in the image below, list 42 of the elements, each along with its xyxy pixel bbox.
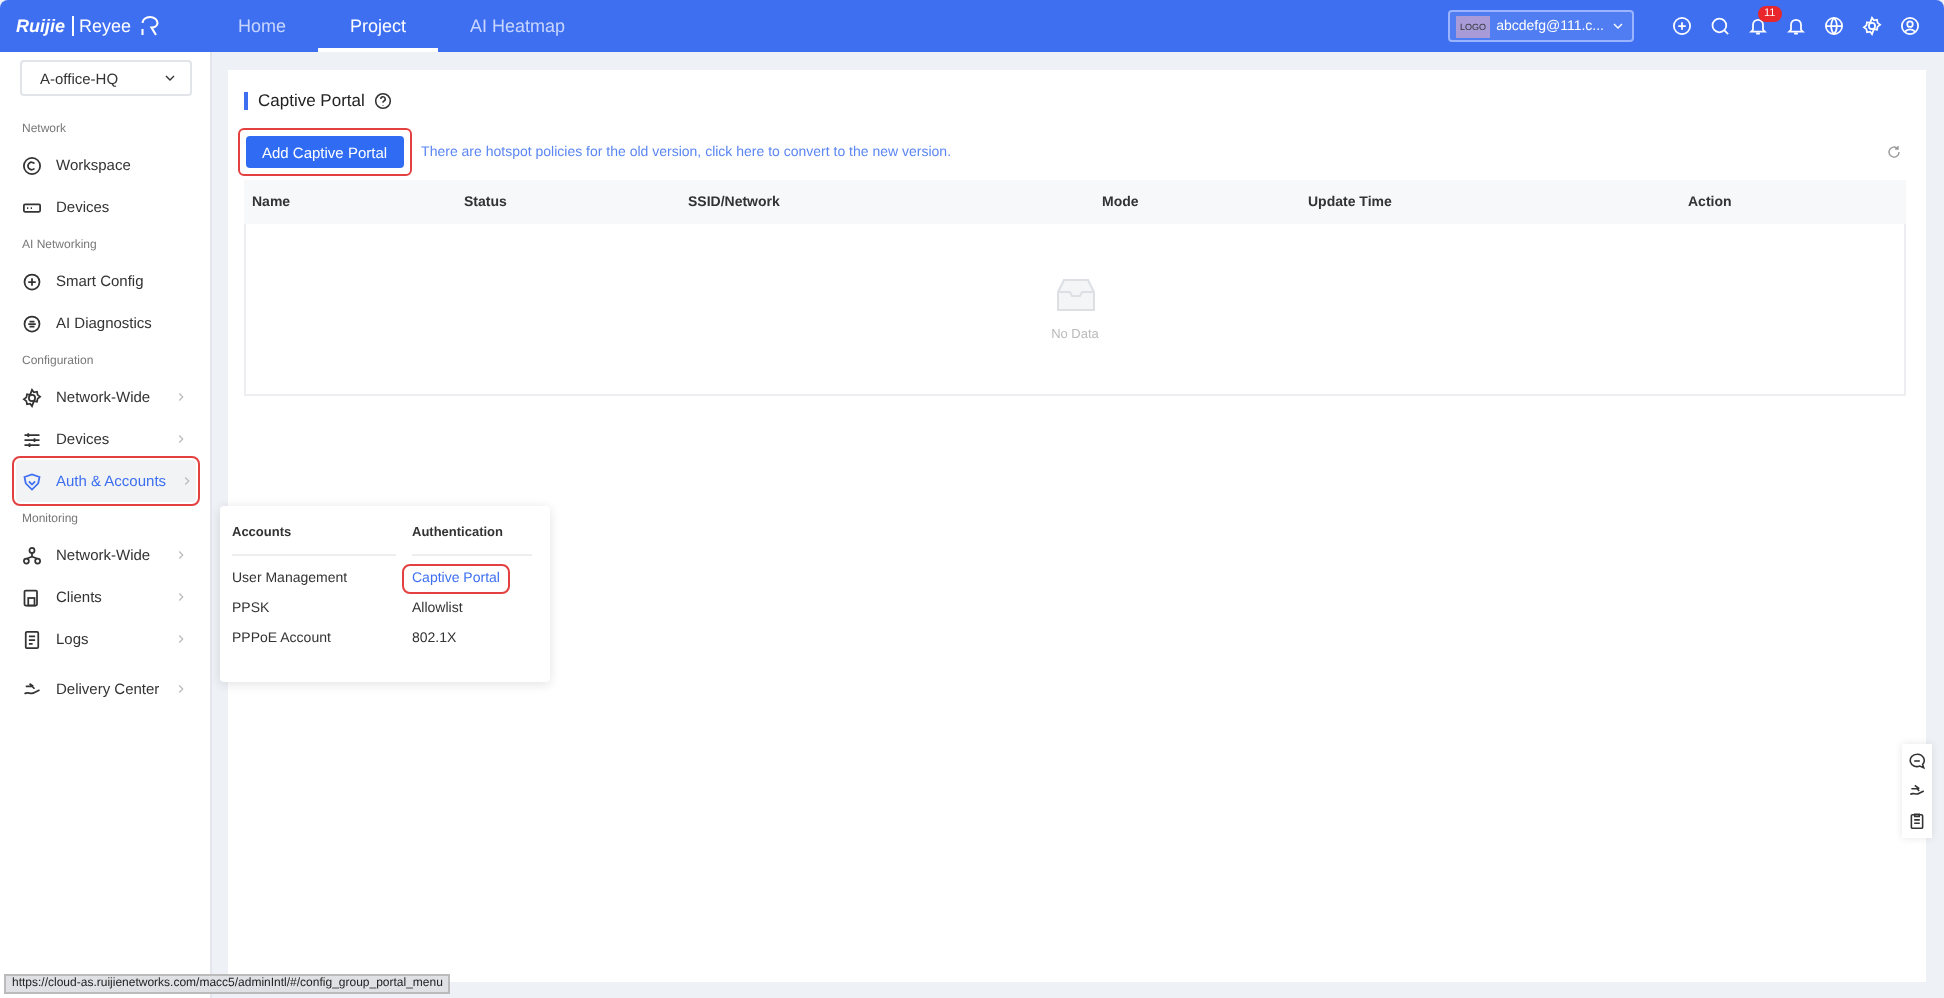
clipboard-icon bbox=[1908, 812, 1926, 830]
chevron-right-icon bbox=[174, 632, 188, 646]
chat-button[interactable] bbox=[1908, 752, 1926, 770]
log-icon bbox=[22, 629, 42, 649]
sliders-icon bbox=[22, 429, 42, 449]
alerts-button[interactable] bbox=[1748, 16, 1768, 36]
notification-button[interactable] bbox=[1786, 16, 1806, 36]
bell-icon bbox=[1748, 16, 1768, 36]
chevron-right-icon bbox=[174, 682, 188, 696]
profile-button[interactable] bbox=[1900, 16, 1920, 36]
gear-icon bbox=[22, 387, 42, 407]
search-icon bbox=[1710, 16, 1730, 36]
settings-button[interactable] bbox=[1862, 16, 1882, 36]
nav-tab[interactable]: Project bbox=[318, 0, 439, 52]
network-nodes-icon bbox=[22, 545, 42, 565]
brand-logo: Ruijie bbox=[16, 16, 66, 36]
clipboard-button[interactable] bbox=[1908, 812, 1926, 830]
diagnostic-icon bbox=[22, 313, 42, 333]
chevron-right-icon bbox=[174, 590, 188, 604]
page-title: Captive Portal bbox=[258, 90, 365, 110]
chevron-right-icon bbox=[180, 474, 195, 488]
plus-circle-icon bbox=[1672, 16, 1692, 36]
help-icon bbox=[374, 91, 393, 109]
refresh-icon bbox=[1886, 144, 1902, 160]
gear-icon bbox=[1862, 16, 1882, 36]
chevron-right-icon bbox=[174, 432, 188, 446]
chevron-down-icon bbox=[1610, 18, 1626, 34]
chevron-down-icon bbox=[162, 70, 178, 86]
clients-icon bbox=[22, 587, 42, 607]
search-button[interactable] bbox=[1710, 16, 1730, 36]
chevron-right-icon bbox=[174, 548, 188, 562]
device-icon bbox=[22, 197, 42, 217]
add-button[interactable] bbox=[1672, 16, 1692, 36]
globe-icon bbox=[1824, 16, 1844, 36]
chevron-right-icon bbox=[174, 390, 188, 404]
bell-icon bbox=[1786, 16, 1806, 36]
language-button[interactable] bbox=[1824, 16, 1844, 36]
chat-icon bbox=[1908, 752, 1926, 770]
refresh-button[interactable] bbox=[1886, 144, 1902, 160]
user-circle-icon bbox=[1900, 16, 1920, 36]
logo-mark-icon bbox=[137, 14, 162, 38]
product-logo: Reyee bbox=[71, 16, 132, 36]
